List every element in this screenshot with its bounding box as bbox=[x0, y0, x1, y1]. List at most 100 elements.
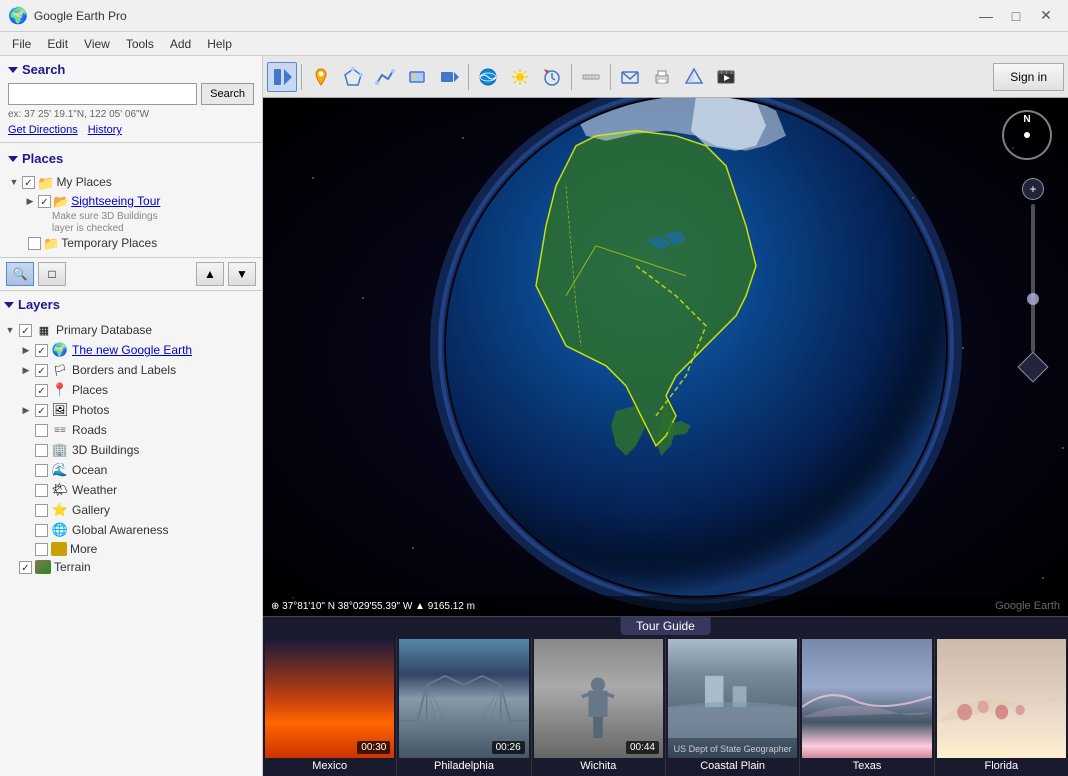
minimize-button[interactable]: — bbox=[972, 6, 1000, 26]
down-button[interactable]: ▼ bbox=[228, 262, 256, 286]
layer-item-more[interactable]: More bbox=[4, 540, 258, 558]
maximize-button[interactable]: □ bbox=[1002, 6, 1030, 26]
toolbar-email-button[interactable] bbox=[615, 62, 645, 92]
layer-item-ocean[interactable]: 🌊 Ocean bbox=[4, 460, 258, 480]
globe-svg bbox=[396, 98, 996, 616]
new-earth-checkbox[interactable] bbox=[35, 344, 48, 357]
layer-item-roads[interactable]: ≡≡ Roads bbox=[4, 420, 258, 440]
layers-expand-icon[interactable] bbox=[4, 302, 14, 308]
primary-db-checkbox[interactable] bbox=[19, 324, 32, 337]
ocean-checkbox[interactable] bbox=[35, 464, 48, 477]
roads-checkbox[interactable] bbox=[35, 424, 48, 437]
global-checkbox[interactable] bbox=[35, 524, 48, 537]
search-expand-icon[interactable] bbox=[8, 67, 18, 73]
photos-checkbox[interactable] bbox=[35, 404, 48, 417]
thumb-item-florida[interactable]: Google Earth Florida bbox=[935, 637, 1068, 776]
path-icon bbox=[375, 67, 395, 87]
tree-item-my-places[interactable]: ▼ 📁 My Places bbox=[4, 174, 258, 193]
sightseeing-hint: Make sure 3D Buildingslayer is checked bbox=[52, 211, 258, 235]
my-places-checkbox[interactable] bbox=[22, 176, 35, 189]
state-dept-text: US Dept of State Geographer bbox=[672, 744, 793, 754]
toolbar-placemark-button[interactable] bbox=[306, 62, 336, 92]
sign-in-button[interactable]: Sign in bbox=[993, 63, 1064, 91]
ocean-label: Ocean bbox=[72, 463, 107, 477]
new-earth-icon: 🌍 bbox=[51, 342, 69, 358]
zoom-out-button[interactable] bbox=[1017, 351, 1048, 382]
menu-add[interactable]: Add bbox=[162, 35, 199, 53]
buildings-checkbox[interactable] bbox=[35, 444, 48, 457]
sightseeing-label[interactable]: Sightseeing Tour bbox=[71, 194, 160, 210]
layer-item-global-awareness[interactable]: 🌐 Global Awareness bbox=[4, 520, 258, 540]
toolbar-earth-button[interactable] bbox=[473, 62, 503, 92]
more-checkbox[interactable] bbox=[35, 543, 48, 556]
layer-item-3d-buildings[interactable]: 🏢 3D Buildings bbox=[4, 440, 258, 460]
search-input[interactable] bbox=[8, 83, 197, 105]
menu-edit[interactable]: Edit bbox=[39, 35, 76, 53]
new-earth-label[interactable]: The new Google Earth bbox=[72, 343, 192, 357]
toolbar-record-button[interactable] bbox=[434, 62, 464, 92]
get-directions-link[interactable]: Get Directions bbox=[8, 124, 78, 136]
thumb-item-mexico[interactable]: 00:30 Mexico bbox=[263, 637, 397, 776]
weather-checkbox[interactable] bbox=[35, 484, 48, 497]
thumb-label-philadelphia: Philadelphia bbox=[434, 758, 494, 774]
global-label: Global Awareness bbox=[72, 523, 169, 537]
terrain-checkbox[interactable] bbox=[19, 561, 32, 574]
close-button[interactable]: ✕ bbox=[1032, 6, 1060, 26]
fly-to-button[interactable]: 🔍 bbox=[6, 262, 34, 286]
layer-item-weather[interactable]: 🌤 Weather bbox=[4, 480, 258, 500]
tree-item-temp-places[interactable]: 📁 Temporary Places bbox=[4, 235, 258, 253]
thumb-image-texas bbox=[802, 639, 931, 758]
history-link[interactable]: History bbox=[88, 124, 122, 136]
menu-view[interactable]: View bbox=[76, 35, 118, 53]
gallery-checkbox[interactable] bbox=[35, 504, 48, 517]
temp-places-label: Temporary Places bbox=[61, 236, 157, 252]
search-header: Search bbox=[8, 62, 254, 77]
places-expand-icon[interactable] bbox=[8, 156, 18, 162]
zoom-track[interactable] bbox=[1031, 204, 1035, 352]
zoom-handle[interactable] bbox=[1027, 293, 1039, 305]
layer-item-gallery[interactable]: ⭐ Gallery bbox=[4, 500, 258, 520]
globe-area[interactable]: N + ⊕ 37°81'10" N 38°029'55.39" W ▲ 9165… bbox=[263, 98, 1068, 616]
temp-places-checkbox[interactable] bbox=[28, 237, 41, 250]
places-layer-checkbox[interactable] bbox=[35, 384, 48, 397]
weather-label: Weather bbox=[72, 483, 117, 497]
layer-item-primary-db[interactable]: ▼ ▦ Primary Database bbox=[4, 320, 258, 340]
layer-item-terrain[interactable]: Terrain bbox=[4, 558, 258, 576]
layer-item-photos[interactable]: ▶ 🖼 Photos bbox=[4, 400, 258, 420]
photos-expander: ▶ bbox=[20, 403, 32, 417]
menu-file[interactable]: File bbox=[4, 35, 39, 53]
toolbar-polygon-button[interactable] bbox=[338, 62, 368, 92]
search-button[interactable]: Search bbox=[201, 83, 254, 105]
toolbar-nav-button[interactable] bbox=[267, 62, 297, 92]
toolbar-movie-button[interactable] bbox=[711, 62, 741, 92]
layer-item-places[interactable]: 📍 Places bbox=[4, 380, 258, 400]
earth-toolbar-icon bbox=[478, 67, 498, 87]
photos-label: Photos bbox=[72, 403, 109, 417]
more-label: More bbox=[70, 542, 97, 556]
toolbar-history-button[interactable] bbox=[537, 62, 567, 92]
thumb-item-coastal-plain[interactable]: US Dept of State Geographer Coastal Plai… bbox=[666, 637, 800, 776]
borders-checkbox[interactable] bbox=[35, 364, 48, 377]
toolbar-drive-button[interactable] bbox=[679, 62, 709, 92]
thumb-item-texas[interactable]: Texas bbox=[800, 637, 934, 776]
sightseeing-checkbox[interactable] bbox=[38, 195, 51, 208]
menu-tools[interactable]: Tools bbox=[118, 35, 162, 53]
thumb-item-philadelphia[interactable]: 00:26 Philadelphia bbox=[397, 637, 531, 776]
texas-svg bbox=[802, 655, 931, 738]
map-button[interactable]: □ bbox=[38, 262, 66, 286]
layer-item-new-google-earth[interactable]: ▶ 🌍 The new Google Earth bbox=[4, 340, 258, 360]
search-row: Search bbox=[8, 83, 254, 105]
toolbar-sun-button[interactable] bbox=[505, 62, 535, 92]
zoom-in-button[interactable]: + bbox=[1022, 178, 1044, 200]
down-arrow-icon: ▼ bbox=[236, 267, 248, 281]
up-button[interactable]: ▲ bbox=[196, 262, 224, 286]
toolbar-ruler-button[interactable] bbox=[576, 62, 606, 92]
toolbar-path-button[interactable] bbox=[370, 62, 400, 92]
menu-help[interactable]: Help bbox=[199, 35, 240, 53]
tree-item-sightseeing[interactable]: ▶ 📂 Sightseeing Tour bbox=[24, 193, 258, 211]
thumb-item-wichita[interactable]: 00:44 Wichita bbox=[532, 637, 666, 776]
toolbar-print-button[interactable] bbox=[647, 62, 677, 92]
compass[interactable]: N bbox=[1002, 110, 1052, 160]
toolbar-overlay-button[interactable] bbox=[402, 62, 432, 92]
layer-item-borders[interactable]: ▶ 🏳 Borders and Labels bbox=[4, 360, 258, 380]
